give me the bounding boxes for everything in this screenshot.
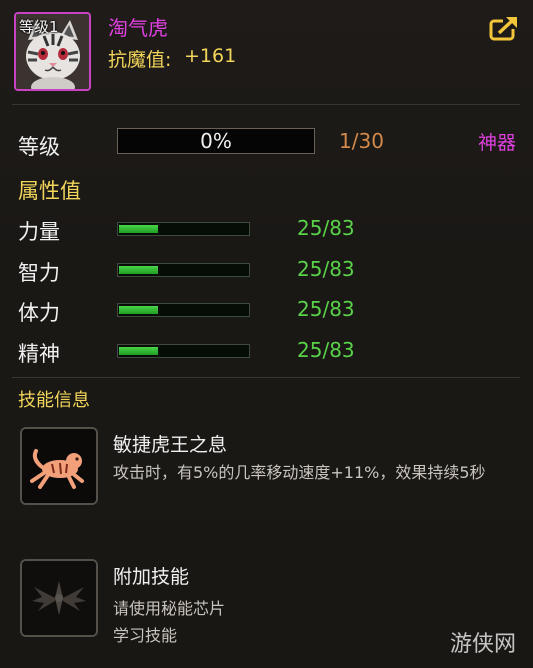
header-divider [12, 104, 520, 105]
stamina-value: 25/83 [297, 297, 355, 321]
pet-name: 淘气虎 [108, 16, 168, 40]
magic-resistance-value: +161 [184, 45, 237, 67]
skills-title: 技能信息 [18, 390, 90, 411]
spirit-value: 25/83 [297, 338, 355, 362]
level-progress-text: 0% [200, 129, 232, 153]
pet-level-badge: 等级1 [19, 18, 59, 36]
level-count: 1/30 [339, 129, 384, 153]
attribute-label-intelligence: 智力 [18, 261, 60, 285]
artifact-link[interactable]: 神器 [478, 128, 516, 155]
skill-desc-1-line-1: 请使用秘能芯片 [113, 599, 226, 618]
attributes-divider [12, 377, 520, 378]
pet-header: 等级1 淘气虎 抗魔值: +161 [0, 0, 533, 104]
skill-desc-1-line-2: 学习技能 [113, 626, 178, 645]
winged-emblem-icon [22, 561, 96, 635]
strength-value: 25/83 [297, 216, 355, 240]
magic-resistance-label: 抗魔值: [108, 49, 172, 71]
skill-name-1: 附加技能 [113, 566, 190, 588]
intelligence-bar [117, 263, 250, 277]
pet-avatar[interactable]: 等级1 [14, 12, 91, 91]
skill-desc-0: 攻击时，有5%的几率移动速度+11%，效果持续5秒 [113, 463, 486, 482]
tiger-dash-icon [22, 429, 96, 503]
spirit-bar-fill [119, 347, 158, 355]
attribute-label-spirit: 精神 [18, 342, 60, 366]
site-watermark: 游侠网 [450, 632, 517, 657]
stamina-bar-fill [119, 306, 158, 314]
level-progress-bar: 0% [117, 128, 315, 154]
share-button[interactable] [489, 15, 519, 41]
intelligence-bar-fill [119, 266, 158, 274]
level-label: 等级 [18, 135, 60, 159]
attribute-label-stamina: 体力 [18, 301, 60, 325]
spirit-bar [117, 344, 250, 358]
strength-bar [117, 222, 250, 236]
stamina-bar [117, 303, 250, 317]
pet-info-panel: 等级1 淘气虎 抗魔值: +161 等级 0% 1/30 神器 属性值 力量 2… [0, 0, 533, 668]
intelligence-value: 25/83 [297, 257, 355, 281]
skill-icon-0[interactable] [20, 427, 98, 505]
skill-icon-1[interactable] [20, 559, 98, 637]
share-arrow-icon [489, 15, 519, 41]
attributes-title: 属性值 [18, 179, 81, 203]
skill-name-0: 敏捷虎王之息 [113, 434, 228, 456]
strength-bar-fill [119, 225, 158, 233]
attribute-label-strength: 力量 [18, 220, 60, 244]
